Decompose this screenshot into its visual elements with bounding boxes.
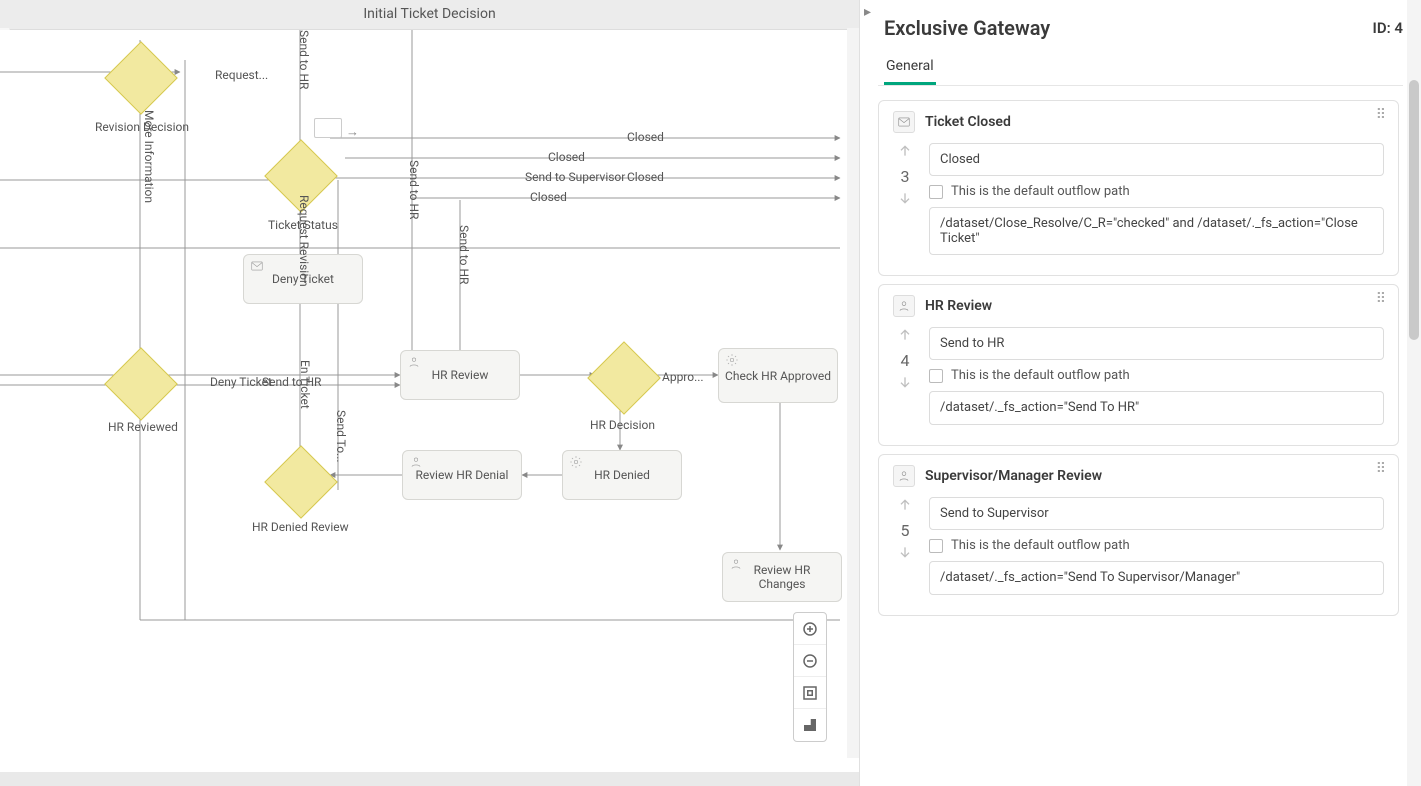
path-name-input[interactable]: Send to HR	[929, 327, 1384, 360]
flow-label: Send To...	[334, 410, 348, 463]
drag-handle-icon[interactable]: ⠿	[1376, 295, 1388, 303]
gateway-label: HR Decision	[590, 418, 655, 432]
envelope-icon	[250, 259, 264, 273]
panel-id: ID: 4	[1373, 19, 1403, 37]
flow-label: En Ticket	[298, 360, 312, 409]
flow-label: Closed	[530, 190, 567, 204]
move-down-button[interactable]	[897, 544, 913, 564]
activity-check-hr-approved[interactable]: Check HR Approved	[718, 348, 838, 403]
move-up-button[interactable]	[897, 497, 913, 517]
drag-handle-icon[interactable]: ⠿	[1376, 465, 1388, 473]
move-down-button[interactable]	[897, 374, 913, 394]
expression-input[interactable]: /dataset/._fs_action="Send To Supervisor…	[929, 561, 1384, 595]
reorder-controls: 3	[893, 143, 917, 210]
activity-hr-review[interactable]: HR Review	[400, 350, 520, 400]
outflow-card: ⠿ Supervisor/Manager Review 5 Send to Su…	[878, 454, 1399, 616]
default-path-checkbox[interactable]	[929, 185, 943, 199]
activity-review-hr-denial[interactable]: Review HR Denial	[402, 450, 522, 500]
default-path-checkbox[interactable]	[929, 369, 943, 383]
card-title: HR Review	[925, 298, 992, 314]
path-index: 3	[901, 167, 910, 186]
zoom-in-button[interactable]	[794, 613, 826, 645]
flow-label: Request Revision	[297, 195, 311, 287]
reorder-controls: 4	[893, 327, 917, 394]
flow-label: More Information	[142, 110, 156, 203]
default-path-checkbox[interactable]	[929, 539, 943, 553]
path-index: 4	[901, 351, 910, 370]
minimap-button[interactable]	[794, 709, 826, 741]
activity-label: HR Denied	[594, 468, 650, 482]
panel-collapse-handle[interactable]: ▸	[864, 4, 871, 20]
canvas-title: Initial Ticket Decision	[0, 0, 859, 30]
card-title: Ticket Closed	[925, 114, 1011, 130]
flow-label: Send to HR	[262, 375, 321, 389]
outflow-card: ⠿ HR Review 4 Send to HR This is the	[878, 284, 1399, 446]
user-icon	[409, 455, 423, 469]
card-title: Supervisor/Manager Review	[925, 468, 1102, 484]
panel-title: Exclusive Gateway	[884, 16, 1050, 40]
panel-header: Exclusive Gateway ID: 4	[878, 0, 1403, 50]
gateway-label: HR Denied Review	[252, 520, 349, 534]
activity-label: Review HR Changes	[729, 563, 835, 591]
tabs: General	[878, 50, 1403, 86]
v-scrollbar-canvas[interactable]	[847, 28, 859, 758]
drag-handle-icon[interactable]: ⠿	[1376, 111, 1388, 119]
flow-label: Request...	[215, 68, 268, 82]
zoom-out-button[interactable]	[794, 645, 826, 677]
annotation-node[interactable]	[314, 118, 342, 138]
path-name-input[interactable]: Closed	[929, 143, 1384, 176]
move-up-button[interactable]	[897, 143, 913, 163]
flow-label: Closed	[627, 170, 664, 184]
move-down-button[interactable]	[897, 190, 913, 210]
reorder-controls: 5	[893, 497, 917, 564]
default-path-label: This is the default outflow path	[951, 184, 1130, 199]
flow-label: Closed	[548, 150, 585, 164]
flow-label: Send to Supervisor	[525, 170, 625, 184]
default-path-label: This is the default outflow path	[951, 368, 1130, 383]
flow-label: Send to HR	[457, 225, 471, 284]
activity-label: Check HR Approved	[725, 369, 831, 383]
activity-label: HR Review	[432, 368, 489, 382]
gateway-label: HR Reviewed	[108, 420, 178, 434]
move-up-button[interactable]	[897, 327, 913, 347]
outflow-cards: ⠿ Ticket Closed 3 Closed This is the	[878, 92, 1403, 786]
user-icon	[729, 557, 743, 571]
user-icon	[893, 465, 915, 487]
envelope-icon	[893, 111, 915, 133]
outflow-card: ⠿ Ticket Closed 3 Closed This is the	[878, 100, 1399, 276]
activity-label: Review HR Denial	[416, 468, 509, 482]
default-path-label: This is the default outflow path	[951, 538, 1130, 553]
path-index: 5	[901, 521, 910, 540]
gear-icon	[725, 353, 739, 367]
arrow-right-icon: →	[346, 124, 359, 140]
flow-label: Closed	[627, 130, 664, 144]
flow-label: Send to HR	[407, 160, 421, 219]
zoom-fit-button[interactable]	[794, 677, 826, 709]
scrollbar-thumb[interactable]	[1409, 80, 1419, 340]
workflow-canvas[interactable]: Revision Decision Ticket Status HR Revie…	[0, 30, 859, 772]
diagram-pane: Initial Ticket Decision	[0, 0, 860, 786]
expression-input[interactable]: /dataset/Close_Resolve/C_R="checked" and…	[929, 207, 1384, 255]
expression-input[interactable]: /dataset/._fs_action="Send To HR"	[929, 391, 1384, 425]
h-scrollbar[interactable]	[0, 772, 859, 786]
activity-hr-denied[interactable]: HR Denied	[562, 450, 682, 500]
flow-label: Send to HR	[297, 30, 311, 89]
tab-general[interactable]: General	[884, 50, 936, 85]
user-icon	[893, 295, 915, 317]
activity-review-hr-changes[interactable]: Review HR Changes	[722, 552, 842, 602]
v-scrollbar-panel[interactable]	[1407, 0, 1421, 786]
zoom-panel	[793, 612, 827, 742]
properties-panel: ▸ Exclusive Gateway ID: 4 General ⠿ Tick…	[860, 0, 1421, 786]
gear-icon	[569, 455, 583, 469]
path-name-input[interactable]: Send to Supervisor	[929, 497, 1384, 530]
user-icon	[407, 355, 421, 369]
flow-label: Appro...	[662, 370, 704, 384]
